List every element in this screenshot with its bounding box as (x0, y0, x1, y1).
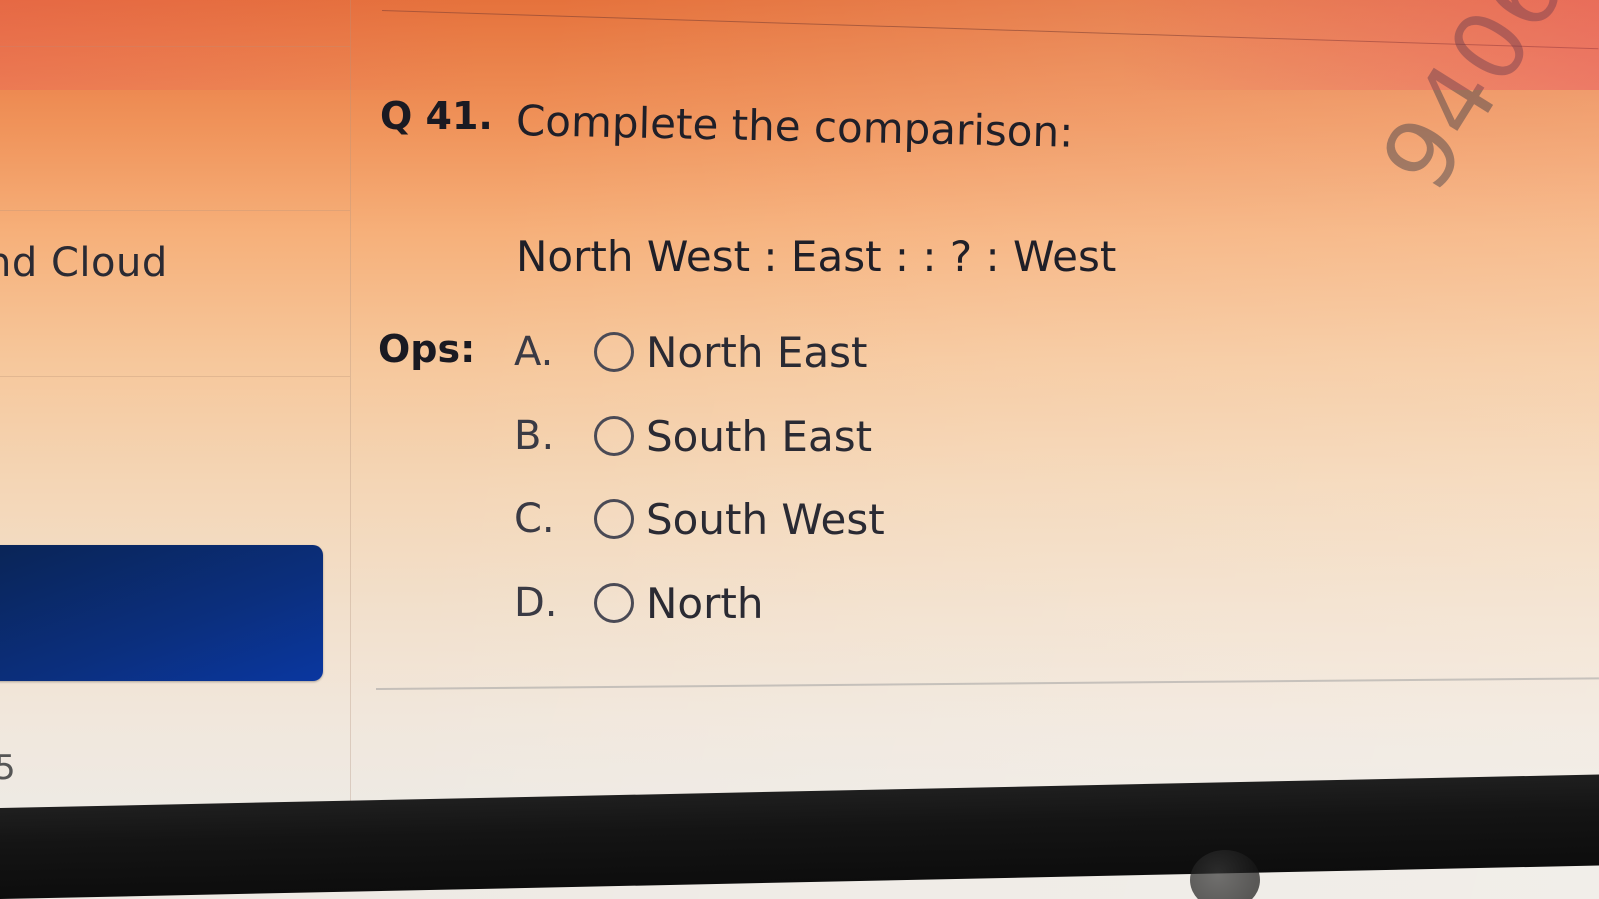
radio-button-icon[interactable] (594, 583, 634, 623)
option-text: North (646, 578, 764, 628)
radio-button-icon[interactable] (594, 416, 634, 456)
option-text: North East (646, 327, 868, 377)
option-letter: D. (514, 580, 558, 626)
option-d[interactable]: D. North (514, 573, 763, 633)
options-label: Ops: (378, 327, 476, 371)
option-letter: B. (514, 413, 555, 459)
exam-screen: nd Cloud 5 Q 41. Complete the comparison… (0, 0, 1599, 899)
question-bottom-divider (375, 677, 1599, 690)
sidebar-label: nd Cloud (0, 240, 168, 286)
question-top-divider (381, 10, 1599, 50)
sidebar-footer-text: 5 (0, 748, 16, 788)
option-text: South East (646, 411, 873, 461)
option-c[interactable]: C. South West (514, 489, 885, 549)
sidebar-blue-button[interactable] (0, 545, 323, 681)
option-a[interactable]: A. North East (514, 322, 867, 382)
radio-button-icon[interactable] (594, 499, 634, 539)
question-number: Q 41. (380, 94, 493, 138)
option-b[interactable]: B. South East (514, 406, 872, 466)
question-title: Complete the comparison: (515, 96, 1074, 157)
option-letter: C. (514, 496, 555, 542)
option-letter: A. (514, 329, 554, 375)
sidebar-divider (0, 376, 350, 377)
sidebar-divider (0, 210, 350, 211)
left-sidebar: nd Cloud 5 (0, 0, 351, 812)
question-stem: North West : East : : ? : West (516, 232, 1117, 281)
sidebar-divider (0, 46, 350, 47)
option-text: South West (646, 494, 885, 544)
radio-button-icon[interactable] (594, 332, 634, 372)
watermark: 94068- (1360, 0, 1599, 210)
